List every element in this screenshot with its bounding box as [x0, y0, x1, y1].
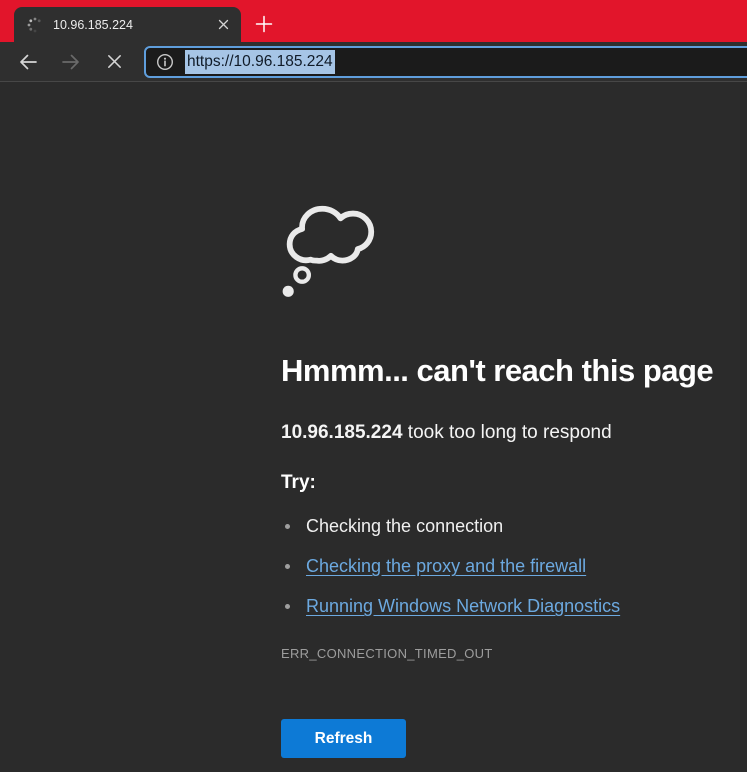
- suggestion-item: Running Windows Network Diagnostics: [281, 586, 620, 626]
- url-selected-text: https://10.96.185.224: [185, 50, 335, 74]
- suggestion-item: Checking the proxy and the firewall: [281, 546, 620, 586]
- suggestion-list: Checking the connection Checking the pro…: [281, 506, 620, 626]
- network-diagnostics-link[interactable]: Running Windows Network Diagnostics: [306, 596, 620, 616]
- tab-title: 10.96.185.224: [53, 18, 214, 32]
- titlebar: 10.96.185.224: [0, 0, 747, 42]
- stop-button[interactable]: [101, 49, 127, 75]
- back-button[interactable]: [15, 49, 41, 75]
- page-content: Hmmm... can't reach this page 10.96.185.…: [0, 82, 747, 772]
- forward-button[interactable]: [58, 49, 84, 75]
- new-tab-button[interactable]: [249, 9, 279, 39]
- suggestion-item: Checking the connection: [281, 506, 620, 546]
- error-code: ERR_CONNECTION_TIMED_OUT: [281, 646, 493, 661]
- error-subtitle: 10.96.185.224 took too long to respond: [281, 422, 612, 444]
- suggestion-text: Checking the connection: [306, 516, 503, 536]
- bullet-icon: [285, 604, 290, 609]
- thought-cloud-icon: [281, 200, 377, 307]
- browser-tab[interactable]: 10.96.185.224: [14, 7, 241, 42]
- address-bar[interactable]: https://10.96.185.224: [144, 46, 747, 78]
- error-subtitle-rest: took too long to respond: [403, 422, 612, 443]
- try-label: Try:: [281, 472, 316, 494]
- tab-close-button[interactable]: [214, 15, 233, 34]
- error-title: Hmmm... can't reach this page: [281, 353, 713, 389]
- loading-spinner-icon: [27, 17, 43, 33]
- url-text: https://10.96.185.224: [185, 53, 335, 71]
- error-page: Hmmm... can't reach this page 10.96.185.…: [281, 82, 731, 772]
- browser-window: 10.96.185.224: [0, 0, 747, 772]
- navigation-toolbar: https://10.96.185.224: [0, 42, 747, 82]
- bullet-icon: [285, 524, 290, 529]
- proxy-firewall-link[interactable]: Checking the proxy and the firewall: [306, 556, 586, 576]
- refresh-button[interactable]: Refresh: [281, 719, 406, 758]
- error-host: 10.96.185.224: [281, 422, 403, 443]
- bullet-icon: [285, 564, 290, 569]
- site-info-icon[interactable]: [154, 51, 176, 73]
